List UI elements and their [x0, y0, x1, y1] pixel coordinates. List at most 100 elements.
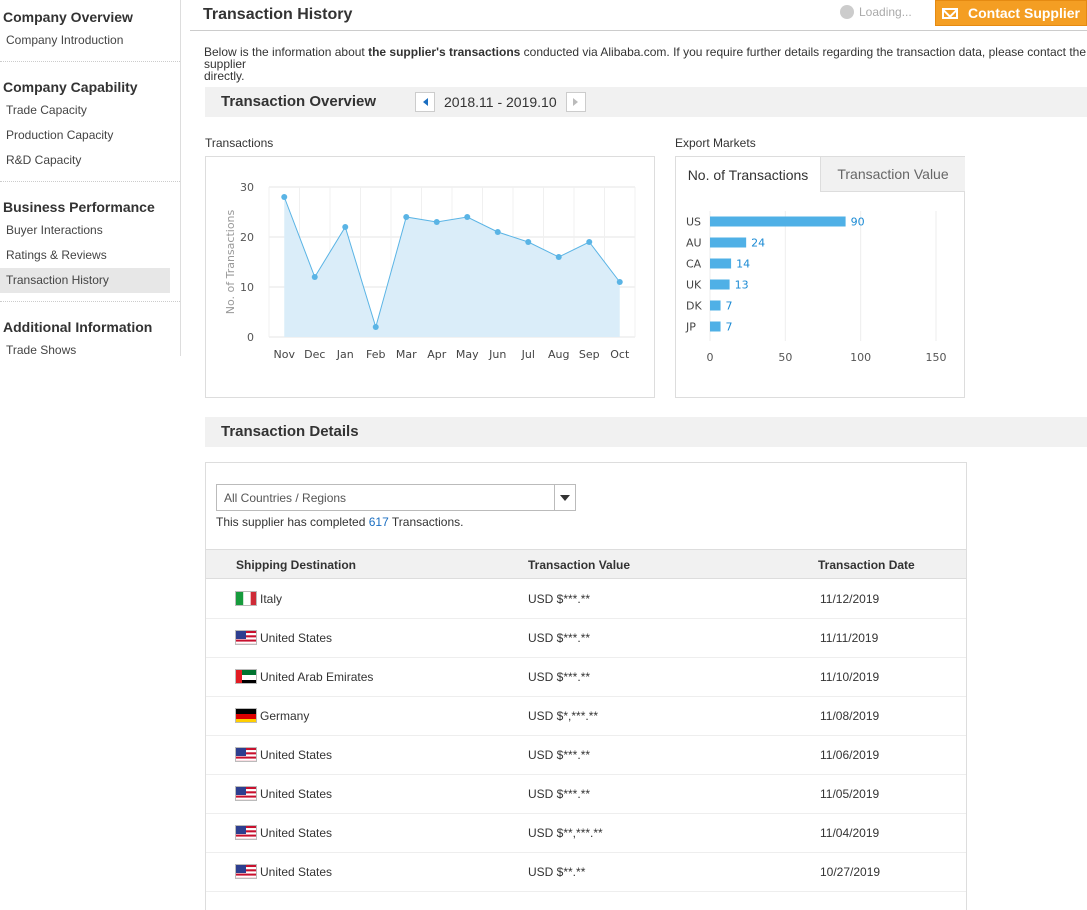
dropdown-arrow[interactable]	[554, 485, 575, 510]
export-markets-box: No. of Transactions Transaction Value 0 5…	[675, 156, 965, 398]
data-point[interactable]	[586, 239, 593, 245]
export-markets-bar-chart: 0 50 100 150 US 90 AU 24 CA 14 UK 13 DK 7 JP 7	[685, 211, 947, 364]
transaction-value: USD $**,***.**	[528, 826, 603, 840]
sidebar-item-company-introduction[interactable]: Company Introduction	[0, 28, 170, 53]
intro-text-bold: the supplier's transactions	[368, 45, 521, 59]
x-tick-label: Feb	[366, 348, 385, 361]
category-label: CA	[686, 258, 702, 271]
data-point[interactable]	[372, 324, 379, 330]
sidebar-item-production-capacity[interactable]: Production Capacity	[0, 123, 170, 148]
sidebar-group-additional-information: Additional Information Trade Shows	[0, 310, 180, 371]
sidebar-item-transaction-history[interactable]: Transaction History	[0, 268, 170, 293]
tab-no-of-transactions[interactable]: No. of Transactions	[676, 157, 820, 192]
sidebar-item-buyer-interactions[interactable]: Buyer Interactions	[0, 218, 170, 243]
export-markets-label: Export Markets	[675, 136, 756, 150]
transactions-chart-box: 0 10 20 30 Nov Dec Jan Feb Mar Apr May Jun Jul Aug Sep…	[205, 156, 655, 398]
prev-period-button[interactable]	[415, 92, 435, 112]
table-row: United States USD $***.** 11/06/2019	[206, 736, 966, 775]
sidebar-group-title[interactable]: Company Overview	[0, 0, 180, 28]
sidebar-group-title[interactable]: Additional Information	[0, 310, 180, 338]
transaction-details-box: All Countries / Regions This supplier ha…	[205, 462, 967, 910]
data-point[interactable]	[433, 219, 440, 225]
sidebar-item-trade-capacity[interactable]: Trade Capacity	[0, 98, 170, 123]
sidebar-item-ratings-reviews[interactable]: Ratings & Reviews	[0, 243, 170, 268]
loading-text: Loading...	[859, 5, 912, 19]
x-tick-label: Mar	[396, 348, 417, 361]
bar[interactable]	[710, 216, 846, 227]
page-title: Transaction History	[203, 6, 353, 23]
period-selector: 2018.11 - 2019.10	[415, 92, 586, 112]
chevron-right-icon	[573, 98, 579, 106]
x-tick-label: Apr	[427, 348, 447, 361]
chevron-left-icon	[422, 98, 428, 106]
data-label: 14	[736, 258, 750, 271]
chevron-down-icon	[560, 494, 570, 501]
table-row: United States USD $***.** 11/11/2019	[206, 619, 966, 658]
sidebar-nav: Company Overview Company Introduction Co…	[0, 0, 181, 357]
loading-icon	[840, 5, 854, 19]
column-header-date: Transaction Date	[818, 558, 915, 572]
intro-text: Below is the information about the suppl…	[204, 46, 1087, 82]
sidebar-group-title[interactable]: Company Capability	[0, 70, 180, 98]
shipping-destination: United States	[260, 631, 333, 645]
transaction-date: 11/05/2019	[820, 787, 880, 801]
next-period-button[interactable]	[565, 92, 586, 112]
data-point[interactable]	[525, 239, 532, 245]
transaction-count[interactable]: 617	[369, 515, 389, 529]
bar[interactable]	[710, 321, 721, 332]
data-point[interactable]	[555, 254, 562, 260]
details-title: Transaction Details	[221, 423, 359, 440]
data-point[interactable]	[403, 214, 410, 220]
sidebar-group-business-performance: Business Performance Buyer Interactions …	[0, 190, 180, 302]
table-row: Italy USD $***.** 11/12/2019	[206, 580, 966, 619]
data-point[interactable]	[311, 274, 318, 280]
data-point[interactable]	[616, 279, 623, 285]
bar[interactable]	[710, 300, 721, 311]
data-point[interactable]	[281, 194, 288, 200]
sidebar-group-title[interactable]: Business Performance	[0, 190, 180, 218]
sidebar-group-company-overview: Company Overview Company Introduction	[0, 0, 180, 62]
data-label: 7	[726, 300, 733, 313]
table-row: United States USD $**.** 10/27/2019	[206, 853, 966, 892]
table-header: Shipping Destination Transaction Value T…	[206, 549, 966, 579]
export-tabs: No. of Transactions Transaction Value	[676, 157, 965, 192]
contact-supplier-button[interactable]: Contact Supplier	[935, 0, 1087, 26]
transaction-value: USD $*,***.**	[528, 709, 599, 723]
bar[interactable]	[710, 258, 732, 269]
bar[interactable]	[710, 279, 730, 290]
shipping-destination: United Arab Emirates	[260, 670, 374, 684]
y-tick-label: 10	[240, 281, 254, 294]
table-row: United States USD $**,***.** 11/04/2019	[206, 814, 966, 853]
bar[interactable]	[710, 237, 747, 248]
data-label: 13	[735, 279, 749, 292]
x-tick-label: 100	[850, 351, 871, 364]
flag-us-icon	[235, 786, 257, 801]
sidebar-item-rd-capacity[interactable]: R&D Capacity	[0, 148, 170, 173]
data-point[interactable]	[464, 214, 471, 220]
table-row: United Arab Emirates USD $***.** 11/10/201…	[206, 658, 966, 697]
flag-us-icon	[235, 864, 257, 879]
sidebar-item-trade-shows[interactable]: Trade Shows	[0, 338, 170, 363]
y-tick-label: 30	[240, 181, 254, 194]
transaction-date: 11/12/2019	[820, 592, 880, 606]
y-tick-label: 20	[240, 231, 254, 244]
x-tick-label: Nov	[274, 348, 296, 361]
transactions-area-chart: 0 10 20 30 Nov Dec Jan Feb Mar Apr May Jun Jul Aug Sep…	[224, 181, 636, 361]
transactions-chart-label: Transactions	[205, 136, 274, 150]
data-label: 24	[751, 237, 765, 250]
x-tick-label: Dec	[304, 348, 325, 361]
x-tick-label: 50	[778, 351, 792, 364]
x-tick-label: 0	[707, 351, 714, 364]
transaction-date: 10/27/2019	[820, 865, 881, 879]
x-tick-label: Jun	[488, 348, 506, 361]
x-tick-label: Sep	[579, 348, 600, 361]
data-point[interactable]	[342, 224, 349, 230]
x-tick-label: Jul	[521, 348, 535, 361]
column-header-value: Transaction Value	[528, 558, 631, 572]
x-tick-label: Aug	[548, 348, 569, 361]
data-point[interactable]	[494, 229, 501, 235]
country-region-select[interactable]: All Countries / Regions	[216, 484, 576, 511]
transaction-date: 11/06/2019	[820, 748, 880, 762]
transaction-date: 11/11/2019	[820, 631, 879, 645]
tab-transaction-value[interactable]: Transaction Value	[820, 157, 965, 192]
